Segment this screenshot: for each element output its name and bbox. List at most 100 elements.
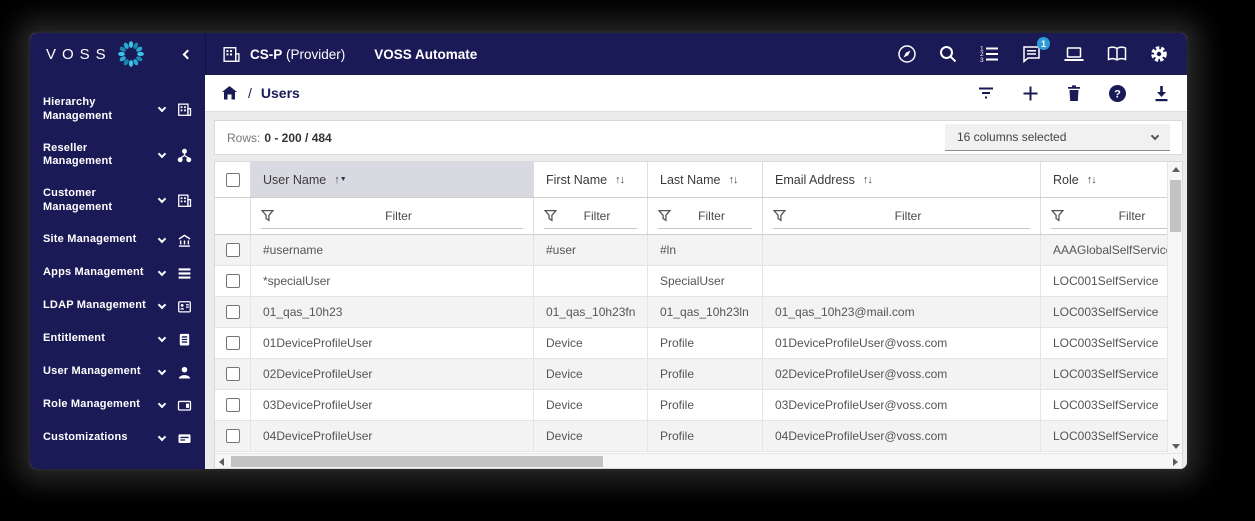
- select-all-checkbox[interactable]: [225, 172, 240, 187]
- svg-text:3: 3: [980, 57, 984, 64]
- scroll-right-arrow[interactable]: [1173, 458, 1178, 466]
- column-header-last-name[interactable]: Last Name ↑↓: [648, 162, 763, 197]
- table-row[interactable]: #username #user #ln AAAGlobalSelfService: [215, 235, 1167, 266]
- column-header-role[interactable]: Role ↑↓: [1041, 162, 1167, 197]
- bank-icon: [176, 233, 192, 248]
- laptop-icon[interactable]: [1063, 44, 1085, 64]
- cell-user-name: 03DeviceProfileUser: [251, 390, 534, 420]
- vertical-scrollbar[interactable]: [1167, 162, 1182, 453]
- columns-select[interactable]: 16 columns selected: [945, 124, 1170, 151]
- cell-last-name: Profile: [648, 390, 763, 420]
- filter-input-user-name[interactable]: Filter: [261, 204, 523, 229]
- horizontal-scrollbar[interactable]: [215, 453, 1182, 468]
- scroll-left-arrow[interactable]: [219, 458, 224, 466]
- cell-email: 04DeviceProfileUser@voss.com: [763, 421, 1041, 451]
- filter-list-icon[interactable]: [976, 84, 996, 102]
- delete-icon[interactable]: [1065, 84, 1083, 103]
- sidebar-item-user-management[interactable]: User Management: [30, 356, 205, 389]
- chevron-down-icon: [157, 195, 167, 204]
- gear-icon[interactable]: [1149, 44, 1169, 64]
- sidebar-item-hierarchy-management[interactable]: Hierarchy Management: [30, 87, 205, 133]
- cell-last-name: #ln: [648, 235, 763, 265]
- chat-badge: 1: [1037, 37, 1050, 50]
- search-icon[interactable]: [938, 44, 958, 64]
- filter-input-first-name[interactable]: Filter: [544, 204, 637, 229]
- cell-last-name: Profile: [648, 421, 763, 451]
- table-row[interactable]: 01DeviceProfileUser Device Profile 01Dev…: [215, 328, 1167, 359]
- row-checkbox[interactable]: [225, 367, 240, 381]
- scroll-up-arrow[interactable]: [1172, 167, 1180, 172]
- table-row[interactable]: 04DeviceProfileUser Device Profile 04Dev…: [215, 421, 1167, 452]
- table-row[interactable]: 01_qas_10h23 01_qas_10h23fn 01_qas_10h23…: [215, 297, 1167, 328]
- add-icon[interactable]: [1021, 84, 1040, 103]
- filter-checkbox-cell: [215, 198, 251, 234]
- cell-first-name: Device: [534, 328, 648, 358]
- breadcrumb-separator: /: [248, 85, 252, 101]
- cell-first-name: Device: [534, 421, 648, 451]
- ordered-list-icon[interactable]: 1 2 3: [979, 44, 1000, 64]
- sidebar-item-apps-management[interactable]: Apps Management: [30, 257, 205, 290]
- list-actions: ?: [976, 84, 1171, 103]
- column-header-first-name[interactable]: First Name ↑↓: [534, 162, 648, 197]
- sidebar-collapse-button[interactable]: [182, 49, 193, 59]
- breadcrumb: / Users: [220, 84, 300, 102]
- table-row[interactable]: 03DeviceProfileUser Device Profile 03Dev…: [215, 390, 1167, 421]
- row-checkbox[interactable]: [225, 274, 240, 288]
- help-icon[interactable]: ?: [1108, 84, 1127, 103]
- sidebar-item-reseller-management[interactable]: Reseller Management: [30, 133, 205, 179]
- row-checkbox[interactable]: [225, 305, 240, 319]
- horizontal-scroll-thumb[interactable]: [231, 456, 603, 467]
- column-header-email-address[interactable]: Email Address ↑↓: [763, 162, 1041, 197]
- scroll-down-arrow[interactable]: [1172, 444, 1180, 449]
- book-icon[interactable]: [1106, 44, 1128, 64]
- sidebar-item-customer-management[interactable]: Customer Management: [30, 178, 205, 224]
- sidebar-item-entitlement[interactable]: Entitlement: [30, 323, 205, 356]
- chevron-down-icon: [157, 432, 167, 441]
- funnel-icon: [544, 209, 557, 222]
- chevron-down-icon: [157, 366, 167, 375]
- row-checkbox[interactable]: [225, 243, 240, 257]
- column-header-user-name[interactable]: User Name ↑ ▼: [251, 162, 534, 197]
- chat-icon[interactable]: 1: [1021, 37, 1050, 64]
- document-icon: [176, 332, 192, 347]
- compass-icon[interactable]: [897, 44, 917, 64]
- cell-first-name: [534, 266, 648, 296]
- home-icon[interactable]: [220, 84, 239, 102]
- hierarchy-icon: [176, 148, 192, 163]
- rows-range: 0 - 200 / 484: [264, 130, 332, 145]
- sort-asc-icon: ↑: [334, 173, 339, 186]
- cell-email: [763, 266, 1041, 296]
- vertical-scroll-thumb[interactable]: [1170, 180, 1181, 232]
- filter-input-email-address[interactable]: Filter: [773, 204, 1030, 229]
- sort-both-icon: ↑↓: [862, 173, 873, 186]
- row-checkbox[interactable]: [225, 429, 240, 443]
- breadcrumb-bar: / Users ?: [205, 75, 1187, 112]
- building-icon: [222, 45, 241, 64]
- export-icon[interactable]: [1152, 84, 1171, 103]
- table-row[interactable]: *specialUser SpecialUser LOC001SelfServi…: [215, 266, 1167, 297]
- row-checkbox[interactable]: [225, 398, 240, 412]
- row-checkbox[interactable]: [225, 336, 240, 350]
- voss-logo-text: VOSS: [46, 45, 112, 63]
- sidebar-item-label: Site Management: [43, 233, 137, 246]
- sidebar-item-customizations[interactable]: Customizations: [30, 422, 205, 455]
- hierarchy-breadcrumb[interactable]: CS-P (Provider) VOSS Automate: [222, 45, 477, 64]
- sort-both-icon: ↑↓: [615, 173, 625, 186]
- building-icon: [176, 102, 192, 117]
- funnel-icon: [261, 209, 274, 222]
- column-label: Email Address: [775, 172, 855, 187]
- column-label: Last Name: [660, 172, 721, 187]
- sidebar-item-site-management[interactable]: Site Management: [30, 224, 205, 257]
- table-row[interactable]: 02DeviceProfileUser Device Profile 02Dev…: [215, 359, 1167, 390]
- sort-both-icon: ↑↓: [1086, 173, 1097, 186]
- sidebar-nav: Hierarchy Management Reseller Management: [30, 75, 205, 455]
- cell-first-name: Device: [534, 390, 648, 420]
- list-icon: [176, 266, 192, 281]
- rows-bar: Rows: 0 - 200 / 484 16 columns selected: [214, 120, 1183, 155]
- sidebar-item-label: User Management: [43, 365, 141, 378]
- sidebar-item-label: Customer Management: [43, 187, 113, 213]
- sidebar-item-role-management[interactable]: Role Management: [30, 389, 205, 422]
- sidebar-item-ldap-management[interactable]: LDAP Management: [30, 290, 205, 323]
- filter-input-last-name[interactable]: Filter: [658, 204, 752, 229]
- filter-input-role[interactable]: Filter: [1051, 204, 1167, 229]
